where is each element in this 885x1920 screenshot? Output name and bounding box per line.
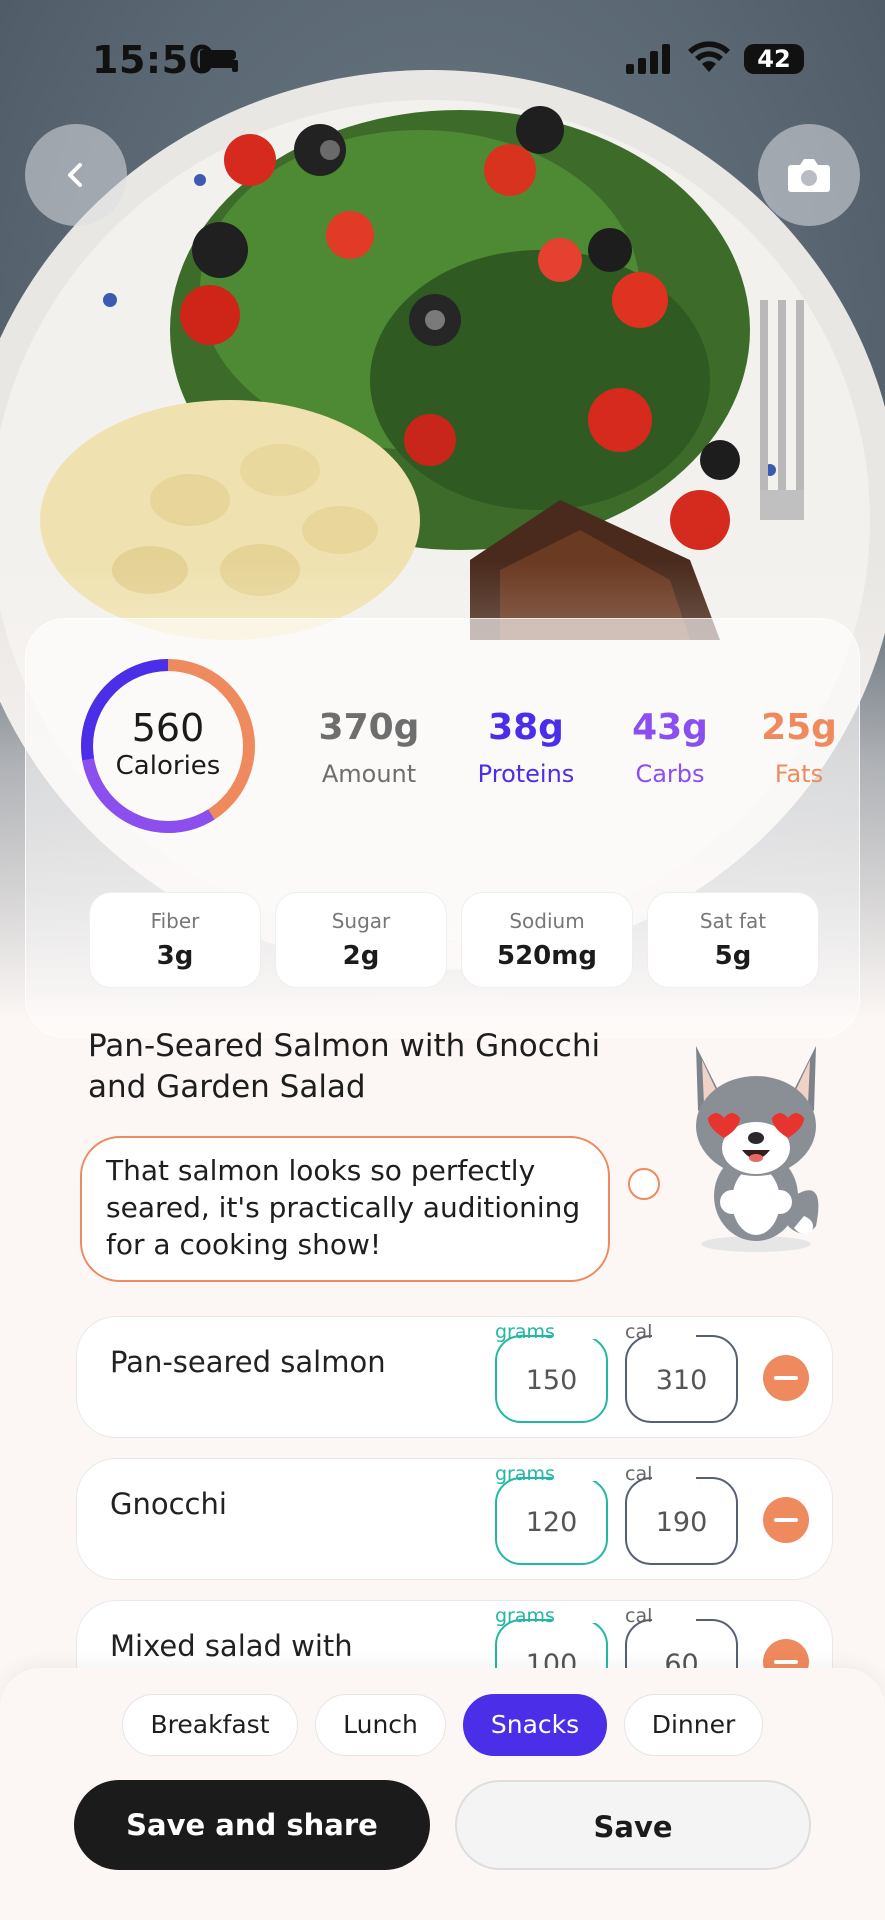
save-button[interactable]: Save (455, 1780, 811, 1870)
cal-label: cal (625, 1463, 653, 1485)
food-item-name[interactable]: Pan-seared salmon (110, 1345, 386, 1379)
grams-label: grams (495, 1463, 555, 1485)
grams-input[interactable]: 150 (495, 1335, 608, 1423)
food-item[interactable]: Pan-seared salmon 150 grams 310 cal (76, 1316, 833, 1438)
calories-label: Calories (115, 751, 221, 781)
cal-label: cal (625, 1321, 653, 1343)
macro-amount: 370g Amount (318, 706, 420, 792)
food-item[interactable]: Mixed salad with 100 grams 60 cal (76, 1600, 833, 1670)
detail-sodium: Sodium 520mg (461, 892, 633, 988)
food-item-name[interactable]: Mixed salad with (110, 1629, 353, 1663)
food-item-name[interactable]: Gnocchi (110, 1487, 227, 1521)
camera-button[interactable] (758, 124, 860, 226)
back-button[interactable] (25, 124, 127, 226)
battery-indicator: 42 (744, 44, 804, 74)
detail-fiber: Fiber 3g (89, 892, 261, 988)
food-item[interactable]: Gnocchi 120 grams 190 cal (76, 1458, 833, 1580)
detail-label: Fiber (150, 909, 200, 933)
detail-sat-fat: Sat fat 5g (647, 892, 819, 988)
chevron-left-icon (68, 163, 82, 187)
detail-value: 3g (156, 941, 194, 971)
macro-fats: 25g Fats (760, 706, 838, 792)
remove-item-button[interactable] (763, 1497, 809, 1543)
macro-label: Proteins (477, 760, 575, 788)
mascot-comment-bubble: That salmon looks so perfectly seared, i… (80, 1136, 610, 1282)
macro-label: Amount (321, 760, 417, 788)
meal-type-lunch[interactable]: Lunch (315, 1694, 446, 1756)
grams-label: grams (495, 1321, 555, 1343)
status-bar: 15:50 42 (0, 0, 885, 120)
camera-icon (788, 159, 830, 192)
calories-input[interactable]: 310 (625, 1335, 738, 1423)
wifi-icon (688, 41, 730, 72)
comment-radio[interactable] (628, 1168, 660, 1200)
meal-type-snacks[interactable]: Snacks (463, 1694, 607, 1756)
cellular-signal-icon (626, 44, 670, 74)
bottom-action-sheet: Breakfast Lunch Snacks Dinner Save and s… (0, 1668, 885, 1920)
macro-value: 43g (632, 707, 708, 748)
calorie-total: 560 Calories (78, 706, 258, 782)
macro-value: 370g (318, 707, 420, 748)
cal-label: cal (625, 1605, 653, 1627)
detail-label: Sodium (509, 909, 585, 933)
grams-input[interactable]: 120 (495, 1477, 608, 1565)
meal-type-dinner[interactable]: Dinner (624, 1694, 763, 1756)
detail-value: 520mg (497, 941, 597, 971)
macro-proteins: 38g Proteins (472, 706, 580, 792)
save-and-share-button[interactable]: Save and share (74, 1780, 430, 1870)
status-time: 15:50 (92, 38, 216, 82)
detail-label: Sat fat (699, 909, 767, 933)
food-items-list: Pan-seared salmon 150 grams 310 cal Gnoc… (0, 1300, 885, 1670)
calories-input[interactable]: 190 (625, 1477, 738, 1565)
grams-label: grams (495, 1605, 555, 1627)
detail-sugar: Sugar 2g (275, 892, 447, 988)
detail-label: Sugar (331, 909, 391, 933)
meal-title[interactable]: Pan-Seared Salmon with Gnocchi and Garde… (88, 1026, 608, 1108)
calories-value: 560 (131, 706, 205, 750)
remove-item-button[interactable] (763, 1639, 809, 1670)
detail-value: 5g (714, 941, 752, 971)
macro-label: Fats (774, 760, 824, 788)
sleep-focus-icon (200, 50, 238, 72)
wolf-mascot-icon (696, 1046, 819, 1252)
meal-type-breakfast[interactable]: Breakfast (122, 1694, 298, 1756)
detail-value: 2g (342, 941, 380, 971)
remove-item-button[interactable] (763, 1355, 809, 1401)
macro-label: Carbs (635, 760, 705, 788)
macro-carbs: 43g Carbs (626, 706, 714, 792)
macro-value: 38g (488, 707, 564, 748)
macro-value: 25g (761, 707, 837, 748)
